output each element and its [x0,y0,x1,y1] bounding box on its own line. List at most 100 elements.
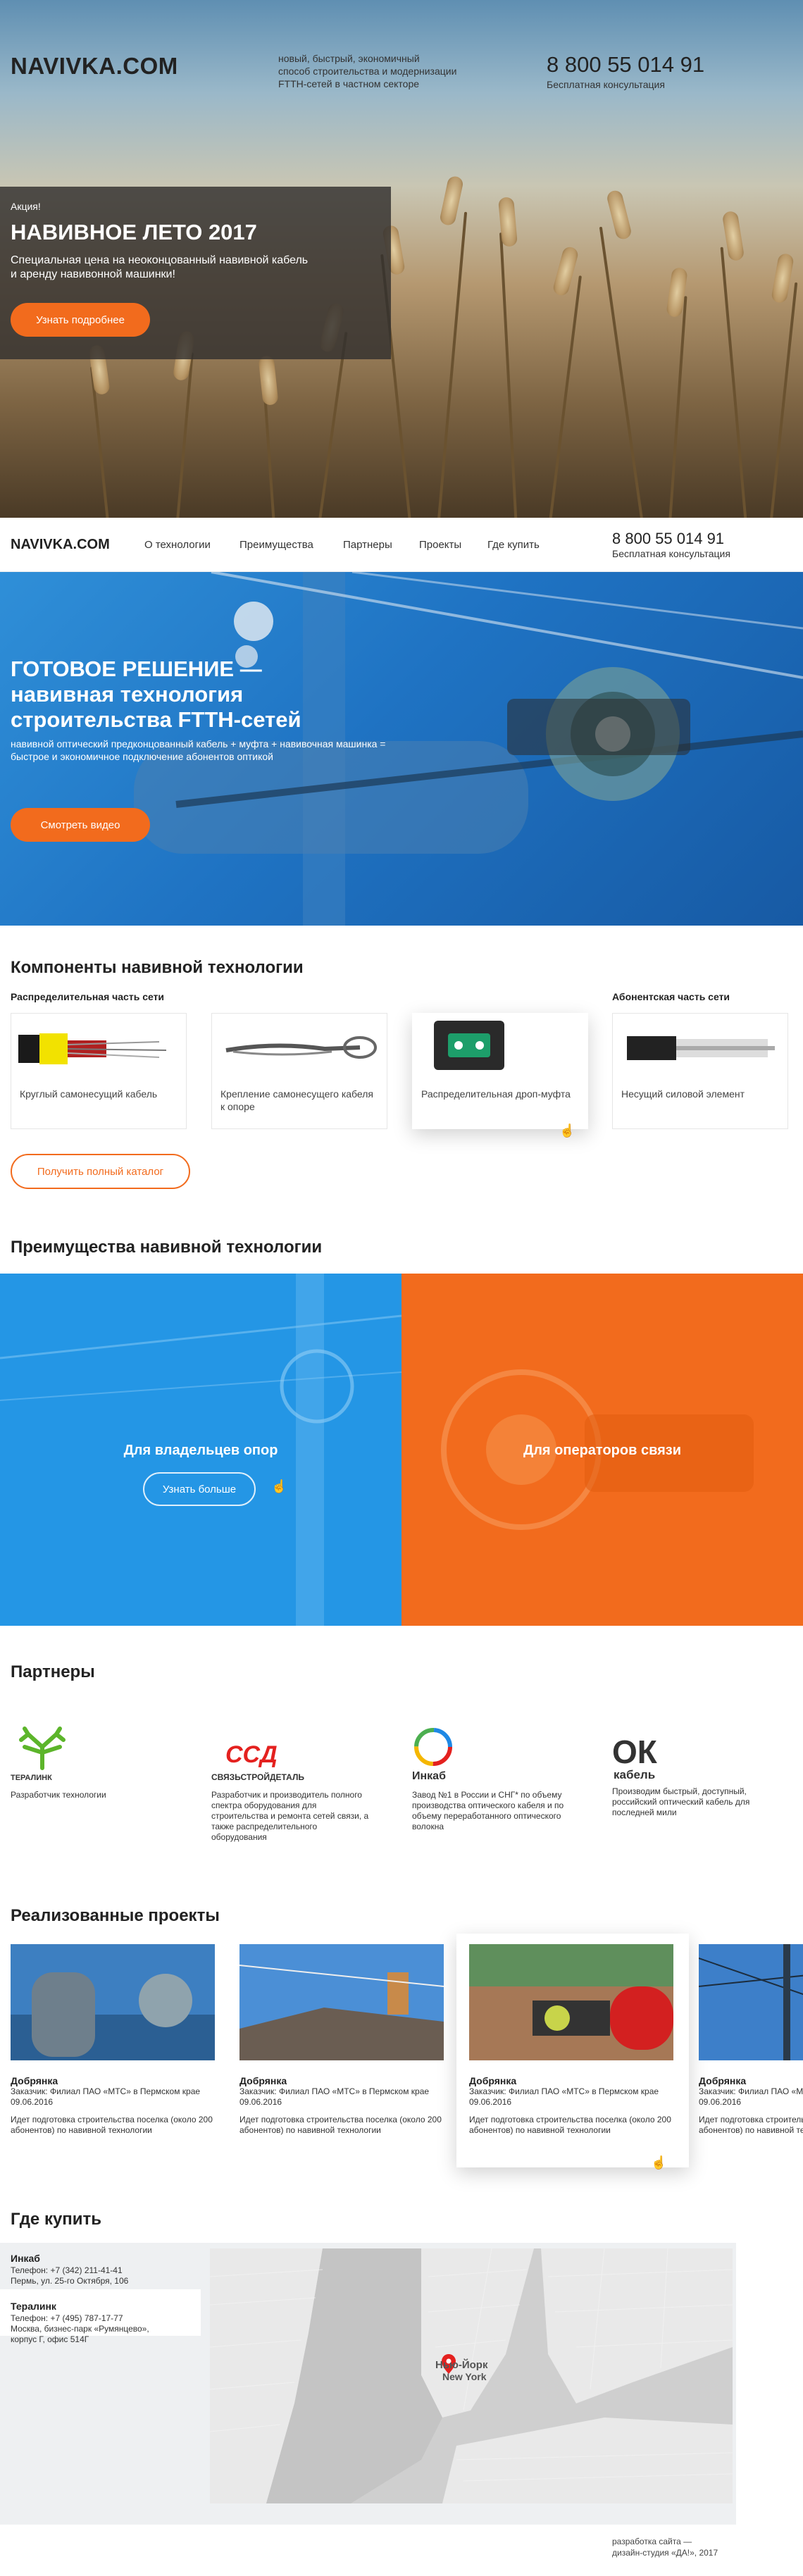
hero-phone[interactable]: 8 800 55 014 91 [547,52,704,77]
partner-svyazstroydetal[interactable]: ССД СВЯЗЬСТРОЙДЕТАЛЬ Разработчик и произ… [211,1726,373,1843]
footer-credit-line: дизайн-студия «ДА!», 2017 [612,2548,718,2558]
solution-text-line: быстрое и экономичное подключение абонен… [11,751,273,762]
tagline-line: способ строительства и модернизации [278,66,457,77]
learn-more-button[interactable]: Узнать больше [143,1472,256,1506]
project-date: 09.06.2016 [239,2097,282,2107]
watch-video-button[interactable]: Смотреть видео [11,808,150,842]
component-card-strength-member[interactable]: Несущий силовой элемент [612,1013,788,1129]
contact-address: корпус Г, офис 514Г [11,2334,89,2344]
project-name: Добрянка [469,2075,517,2086]
partner-inkab[interactable]: Инкаб Завод №1 в России и СНГ* по объему… [412,1726,574,1832]
promo-learn-more-button[interactable]: Узнать подробнее [11,303,150,337]
project-photo [11,1944,215,2060]
hand-cursor-icon: ☝ [271,1479,287,1493]
partner-desc: Разработчик технологии [11,1790,106,1800]
partner-teralink[interactable]: ТЕРАЛИНК Разработчик технологии [11,1726,173,1800]
nav-item-technology[interactable]: О технологии [144,539,211,551]
partner-ok-cable[interactable]: ОК кабель Производим быстрый, доступный,… [612,1726,774,1818]
project-client: Заказчик: Филиал ПАО «МТС» в Пермском кр… [239,2086,430,2096]
cable-mount-image [225,1036,377,1059]
component-card-round-cable[interactable]: Круглый самонесущий кабель [11,1013,187,1129]
advantage-operators[interactable]: Для операторов связи [402,1274,803,1626]
card-label: Распределительная дроп-муфта [421,1088,571,1100]
project-card[interactable]: Добрянка Заказчик: Филиал ПАО «МТС» в Пе… [239,1944,444,2136]
card-label: Круглый самонесущий кабель [20,1088,158,1100]
map-city-label-en: New York [442,2371,487,2382]
card-label: Несущий силовой элемент [621,1088,745,1100]
footer-credit[interactable]: разработка сайта — дизайн-студия «ДА!», … [612,2536,718,2558]
solution-text-line: навивной оптический предконцованный кабе… [11,738,386,749]
promo-title: НАВИВНОЕ ЛЕТО 2017 [11,220,257,244]
contact-address: Москва, бизнес-парк «Румянцево», [11,2324,149,2334]
svg-text:ССД: ССД [225,1741,278,1768]
partner-desc: Завод №1 в России и СНГ* по объему произ… [412,1790,564,1831]
hero-logo[interactable]: NAVIVKA.COM [11,53,178,80]
card-label: Крепление самонесущего кабеля к опоре [220,1088,373,1112]
solution-text: навивной оптический предконцованный кабе… [11,738,386,763]
round-cable-image [18,1033,167,1064]
nav-logo[interactable]: NAVIVKA.COM [11,537,110,553]
solution-banner: ГОТОВОЕ РЕШЕНИЕ — навивная технология ст… [0,572,803,926]
advantages-title: Преимущества навивной технологии [11,1238,323,1257]
nav-item-partners[interactable]: Партнеры [343,539,392,551]
map-graphic: Нью-Йорк New York [210,2248,733,2503]
component-card-cable-mount[interactable]: Крепление самонесущего кабеля к опоре [211,1013,387,1129]
tagline-line: FTTH-сетей в частном секторе [278,78,420,89]
solution-title-line: ГОТОВОЕ РЕШЕНИЕ — [11,657,262,681]
project-card[interactable]: Добрянка Заказчик: Филиал ПАО «МТС» в Пе… [699,1944,803,2136]
project-card[interactable]: Добрянка Заказчик: Филиал ПАО «МТС» в Пе… [11,1944,215,2136]
nav-phone-note: Бесплатная консультация [612,548,730,559]
solution-title-line: строительства FTTH-сетей [11,707,301,732]
project-photo [239,1944,444,2060]
contacts-panel: Инкаб Телефон: +7 (342) 211-41-41 Пермь,… [0,2243,201,2525]
svyazstroydetal-logo-text: СВЯЗЬСТРОЙДЕТАЛЬ [211,1772,304,1782]
project-text: Идет подготовка строительства поселка (о… [699,2115,803,2135]
project-text: Идет подготовка строительства поселка (о… [469,2115,671,2135]
map[interactable]: Нью-Йорк New York [210,2248,733,2503]
project-client: Заказчик: Филиал ПАО «МТС» в Пермском кр… [469,2086,659,2096]
hero-banner: NAVIVKA.COM новый, быстрый, экономичный … [0,0,803,518]
contact-phone[interactable]: Телефон: +7 (342) 211-41-41 [11,2265,123,2275]
strength-member-image [627,1036,775,1060]
projects-title: Реализованные проекты [11,1906,220,1925]
project-name: Добрянка [11,2075,58,2086]
components-group-distribution: Распределительная часть сети [11,991,165,1002]
component-card-drop-closure[interactable]: Распределительная дроп-муфта ☝ [412,1013,588,1138]
components-group-subscriber: Абонентская часть сети [612,991,730,1002]
project-date: 09.06.2016 [469,2097,512,2107]
solution-title-line: навивная технология [11,682,244,707]
partner-desc: Производим быстрый, доступный, российски… [612,1786,750,1817]
project-name: Добрянка [239,2075,287,2086]
contact-name: Тералинк [11,2301,56,2312]
project-card[interactable]: Добрянка Заказчик: Филиал ПАО «МТС» в Пе… [469,1944,673,2170]
top-navigation: NAVIVKA.COM О технологии Преимущества Па… [0,518,803,572]
ok-logo-mark: ОК [612,1734,657,1770]
partner-desc: Разработчик и производитель полного спек… [211,1790,369,1842]
nav-item-projects[interactable]: Проекты [419,539,461,551]
teralink-logo: ТЕРАЛИНК [11,1726,66,1782]
contact-phone[interactable]: Телефон: +7 (495) 787-17-77 [11,2313,123,2323]
nav-phone[interactable]: 8 800 55 014 91 [612,530,724,548]
components-title: Компоненты навивной технологии [11,958,304,977]
map-city-label: Нью-Йорк [435,2358,488,2371]
footer-credit-line: разработка сайта — [612,2537,692,2546]
contact-address: Пермь, ул. 25-го Октября, 106 [11,2276,129,2286]
promo-text-line: и аренду навивонной машинки! [11,268,175,280]
pole-owners-label: Для владельцев опор [123,1443,278,1458]
drop-closure-image [434,1021,504,1070]
advantage-pole-owners[interactable]: Для владельцев опор Узнать больше ☝ [0,1274,402,1626]
tagline-line: новый, быстрый, экономичный [278,53,420,64]
project-photo [699,1944,803,2060]
project-date: 09.06.2016 [11,2097,54,2107]
project-text: Идет подготовка строительства поселка (о… [239,2115,442,2135]
ok-logo-text: кабель [614,1768,656,1781]
project-name: Добрянка [699,2075,747,2086]
inkab-logo: Инкаб [412,1728,452,1782]
nav-item-advantages[interactable]: Преимущества [239,539,313,551]
get-catalog-button[interactable]: Получить полный каталог [11,1154,190,1189]
operators-label: Для операторов связи [523,1443,682,1458]
project-client: Заказчик: Филиал ПАО «МТС» в Пермском кр… [11,2086,201,2096]
nav-item-where-to-buy[interactable]: Где купить [487,539,540,551]
hero-phone-block: 8 800 55 014 91 Бесплатная консультация [547,52,704,90]
hand-cursor-icon: ☝ [559,1124,575,1138]
